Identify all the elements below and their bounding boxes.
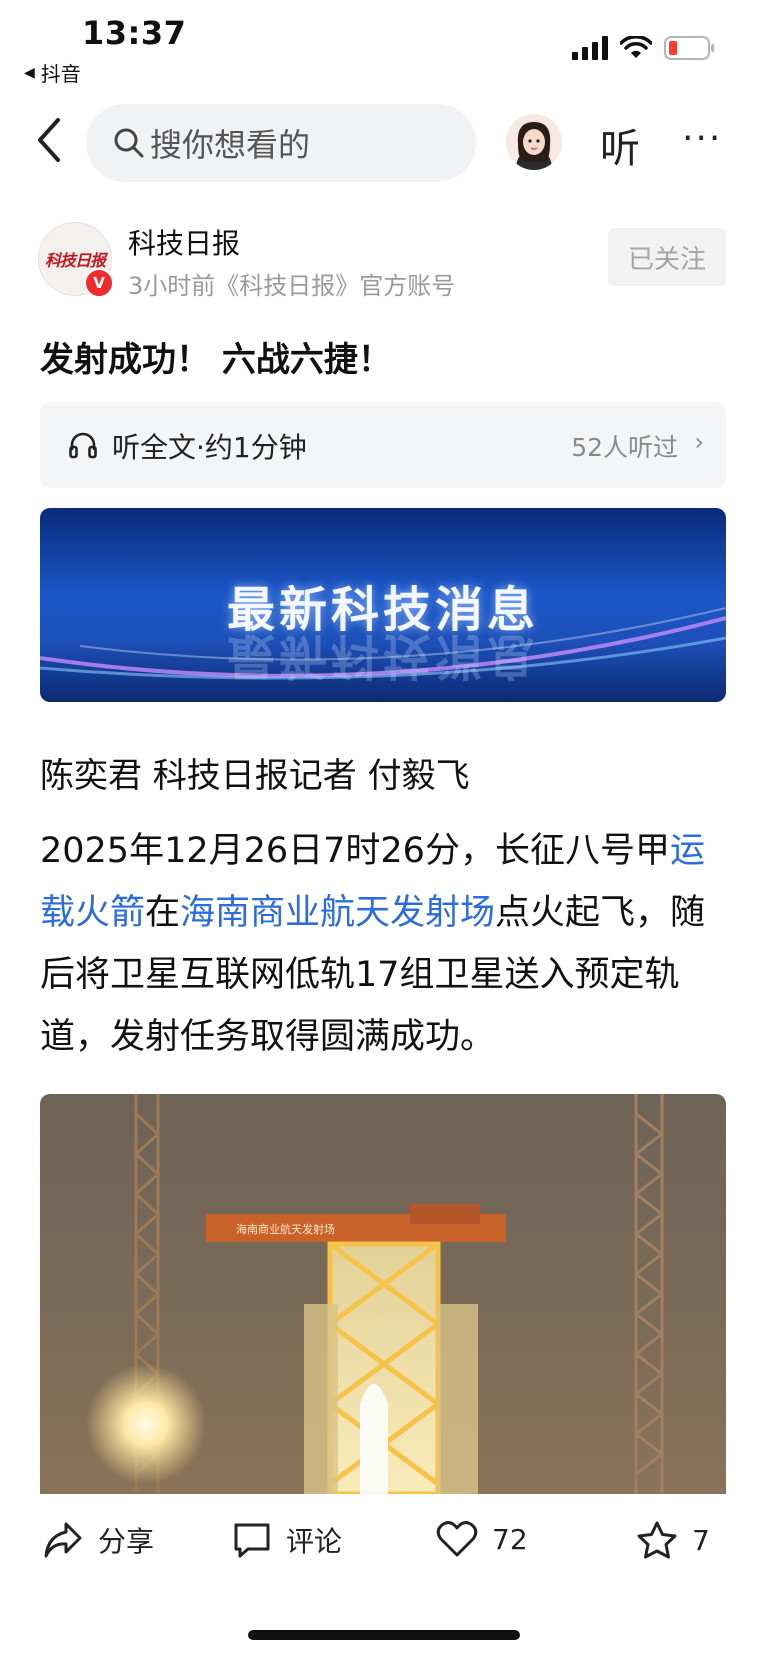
- heart-icon: [436, 1521, 478, 1557]
- banner-title-reflection: 最新科技消息: [226, 628, 539, 684]
- home-indicator[interactable]: [248, 1630, 520, 1640]
- headphones-icon: [69, 432, 97, 459]
- back-to-app-link[interactable]: ◀ 抖音: [24, 58, 81, 87]
- launch-site-link[interactable]: 海南商业航天发射场: [180, 893, 495, 933]
- like-count: 72: [492, 1522, 528, 1556]
- listen-full-article-bar[interactable]: 听全文·约1分钟 52人听过 ›: [40, 402, 726, 488]
- star-icon: [637, 1521, 677, 1559]
- crane-label: 海南商业航天发射场: [236, 1222, 335, 1236]
- paragraph-text: 2025年12月26日7时26分，长征八号甲: [40, 831, 670, 871]
- comment-label: 评论: [286, 1525, 343, 1558]
- wifi-icon: [620, 36, 652, 58]
- share-button[interactable]: 分享: [42, 1520, 154, 1560]
- launch-photo[interactable]: 海南商业航天发射场: [40, 1094, 726, 1494]
- status-icons: [572, 36, 716, 60]
- ai-assistant-avatar[interactable]: [506, 114, 562, 170]
- like-button[interactable]: 72: [436, 1520, 528, 1558]
- search-bar[interactable]: 搜你想看的: [86, 104, 476, 182]
- listen-count: 52人听过: [571, 433, 678, 462]
- favorite-count: 7: [692, 1523, 710, 1557]
- author-meta: 3小时前《科技日报》官方账号: [128, 272, 456, 300]
- back-arrow-icon[interactable]: [30, 112, 70, 168]
- search-placeholder: 搜你想看的: [150, 126, 311, 164]
- comment-icon: [234, 1523, 270, 1558]
- search-icon: [114, 128, 144, 158]
- verified-badge-icon: V: [84, 268, 114, 298]
- back-triangle-icon: ◀: [24, 64, 35, 81]
- status-time: 13:37: [82, 14, 187, 52]
- listen-button[interactable]: 听: [600, 116, 640, 174]
- battery-icon: [664, 36, 714, 60]
- article-byline: 陈奕君 科技日报记者 付毅飞: [40, 756, 470, 796]
- follow-button[interactable]: 已关注: [608, 228, 726, 286]
- news-banner-image: 最新科技消息 最新科技消息: [40, 508, 726, 702]
- share-label: 分享: [98, 1525, 155, 1558]
- listen-full-label: 听全文·约1分钟: [112, 431, 307, 464]
- more-menu-button[interactable]: ···: [682, 118, 722, 159]
- favorite-button[interactable]: 7: [636, 1520, 710, 1560]
- article-title: 发射成功！ 六战六捷！: [40, 340, 392, 380]
- share-icon: [44, 1522, 82, 1558]
- launch-scene: 海南商业航天发射场: [86, 1094, 665, 1494]
- signal-icon: [572, 36, 608, 60]
- comment-button[interactable]: 评论: [232, 1520, 342, 1560]
- paragraph-text: 在: [145, 893, 181, 933]
- chevron-right-icon: ›: [694, 428, 704, 456]
- author-name[interactable]: 科技日报: [128, 222, 240, 262]
- back-app-label: 抖音: [40, 62, 81, 86]
- article-paragraph: 2025年12月26日7时26分，长征八号甲运载火箭在海南商业航天发射场点火起飞…: [40, 820, 730, 1068]
- avatar-illustration: [506, 114, 562, 170]
